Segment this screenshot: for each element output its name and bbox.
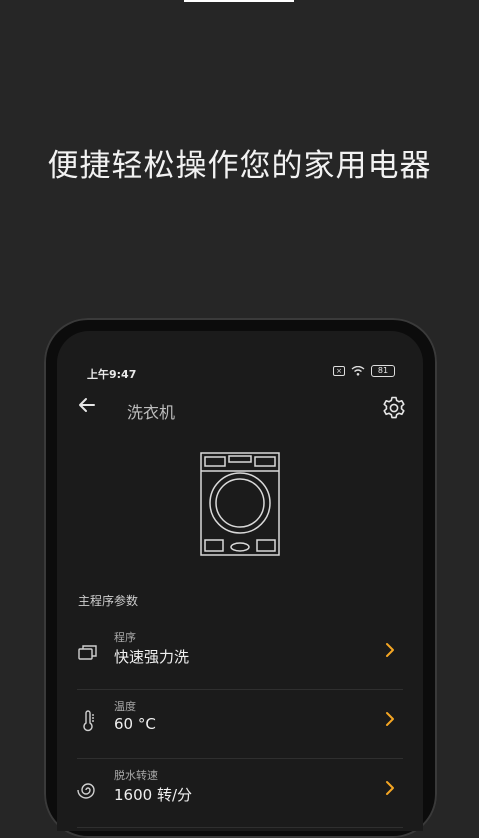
chevron-right-icon[interactable] (385, 711, 395, 727)
headline: 便捷轻松操作您的家用电器 (47, 148, 432, 184)
chevron-right-icon[interactable] (385, 642, 395, 658)
program-icon (78, 645, 97, 660)
param-value: 60 °C (114, 715, 156, 733)
param-value: 1600 转/分 (114, 786, 192, 804)
spin-icon (77, 783, 95, 799)
param-label: 温度 (114, 700, 136, 713)
battery-icon: 81 (371, 365, 395, 377)
washing-machine-illustration (200, 452, 280, 556)
phone-screen: 上午9:47 × 81 洗衣机 主程序参数 程序 快速强力洗 温度 60 °C … (57, 331, 423, 831)
param-row-program[interactable]: 程序 快速强力洗 (77, 621, 403, 690)
arrow-left-icon[interactable] (77, 395, 97, 415)
param-label: 程序 (114, 631, 136, 644)
status-bar: 上午9:47 × 81 (57, 331, 423, 381)
gear-icon[interactable] (381, 395, 407, 421)
status-time: 上午9:47 (87, 368, 137, 381)
wifi-icon (351, 366, 365, 376)
top-white-line (184, 0, 294, 2)
param-label: 脱水转速 (114, 769, 158, 782)
page-title: 洗衣机 (127, 403, 176, 422)
param-row-temperature[interactable]: 温度 60 °C (77, 690, 403, 759)
param-value: 快速强力洗 (114, 648, 190, 666)
thermometer-icon (83, 710, 94, 732)
no-sim-icon: × (333, 366, 345, 376)
section-title: 主程序参数 (78, 594, 139, 608)
param-row-spin-speed[interactable]: 脱水转速 1600 转/分 (77, 759, 403, 828)
status-icons: × 81 (333, 365, 395, 377)
chevron-right-icon[interactable] (385, 780, 395, 796)
